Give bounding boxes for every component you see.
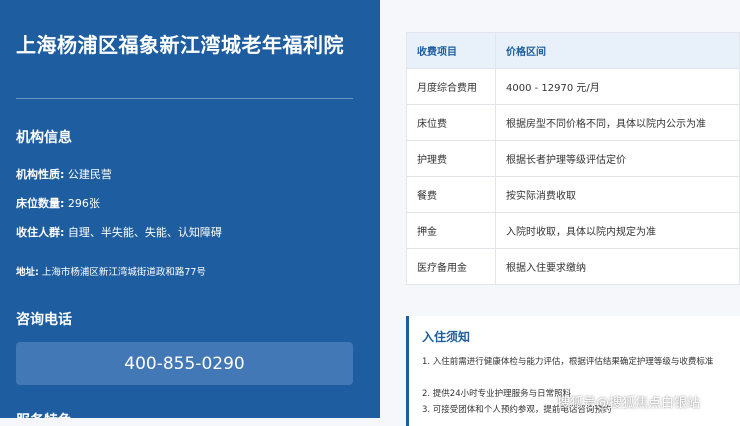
price-cell: 4000 - 12970 元/月	[495, 68, 740, 105]
table-row: 月度综合费用 4000 - 12970 元/月	[406, 68, 740, 105]
residents-value: 自理、半失能、失能、认知障碍	[67, 226, 222, 239]
services-heading: 服务特色	[16, 410, 72, 418]
price-cell: 按实际消费收取	[495, 176, 740, 213]
price-cell: 根据入住要求缴纳	[495, 248, 740, 285]
phone-heading: 咨询电话	[16, 312, 72, 328]
fee-item-cell: 月度综合费用	[406, 68, 496, 105]
header-price-range: 价格区间	[495, 32, 740, 69]
table-row: 护理费 根据长者护理等级评估定价	[406, 140, 740, 177]
beds-label: 床位数量:	[16, 197, 65, 210]
notice-item: 1. 入住前需进行健康体检与能力评估，根据评估结果确定护理等级与收费标准	[422, 357, 714, 367]
fee-item-cell: 餐费	[406, 176, 496, 213]
phone-number: 400-855-0290	[124, 353, 245, 374]
fee-item-cell: 押金	[406, 212, 496, 249]
beds-value: 296张	[67, 197, 100, 210]
fee-item-cell: 医疗备用金	[406, 248, 496, 285]
header-fee-item: 收费项目	[406, 32, 496, 69]
price-cell: 根据房型不同价格不同，具体以院内公示为准	[495, 104, 740, 141]
residents-label: 收住人群:	[16, 226, 65, 239]
notice-title: 入住须知	[422, 330, 471, 344]
residents-row: 收住人群: 自理、半失能、失能、认知障碍	[16, 224, 222, 240]
price-cell: 入院时收取，具体以院内规定为准	[495, 212, 740, 249]
info-heading: 机构信息	[16, 130, 72, 146]
main-content: 收费项目 价格区间 月度综合费用 4000 - 12970 元/月 床位费 根据…	[380, 0, 740, 426]
phone-button[interactable]: 400-855-0290	[16, 342, 353, 385]
nature-value: 公建民营	[67, 168, 112, 181]
sidebar: 上海杨浦区福象新江湾城老年福利院 机构信息 机构性质: 公建民营 床位数量: 2…	[0, 0, 380, 418]
nature-row: 机构性质: 公建民营	[16, 166, 112, 182]
price-cell: 根据长者护理等级评估定价	[495, 140, 740, 177]
table-header-row: 收费项目 价格区间	[406, 32, 740, 69]
fee-item-cell: 床位费	[406, 104, 496, 141]
address-row: 地址: 上海市杨浦区新江湾城街道政和路77号	[16, 264, 206, 278]
page-title: 上海杨浦区福象新江湾城老年福利院	[16, 33, 344, 57]
table-row: 医疗备用金 根据入住要求缴纳	[406, 248, 740, 285]
nature-label: 机构性质:	[16, 168, 65, 181]
address-label: 地址:	[16, 267, 39, 278]
fee-item-cell: 护理费	[406, 140, 496, 177]
watermark: 搜狐号@搜狐焦点白银站	[557, 396, 701, 411]
title-divider	[16, 98, 353, 99]
address-value: 上海市杨浦区新江湾城街道政和路77号	[41, 267, 206, 278]
table-row: 床位费 根据房型不同价格不同，具体以院内公示为准	[406, 104, 740, 141]
fee-table: 收费项目 价格区间 月度综合费用 4000 - 12970 元/月 床位费 根据…	[406, 32, 740, 285]
table-row: 餐费 按实际消费收取	[406, 176, 740, 213]
table-row: 押金 入院时收取，具体以院内规定为准	[406, 212, 740, 249]
beds-row: 床位数量: 296张	[16, 195, 100, 211]
